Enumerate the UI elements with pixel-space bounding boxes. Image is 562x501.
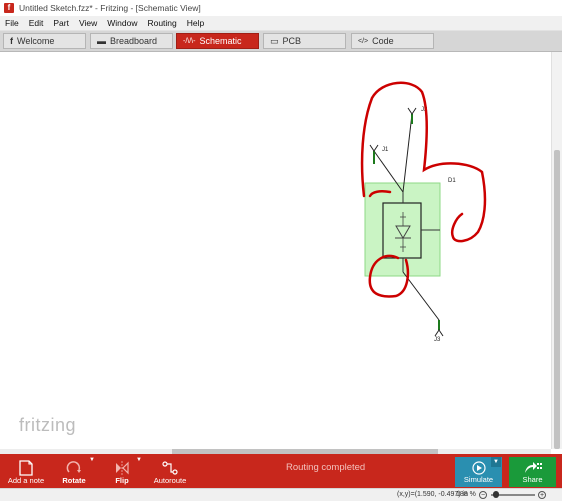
share-label: Share: [522, 474, 543, 484]
code-icon: </>: [358, 37, 369, 45]
tab-breadboard-label: Breadboard: [110, 36, 158, 46]
menu-bar: File Edit Part View Window Routing Help: [0, 16, 562, 31]
bottom-toolbar: Add a note Rotate ▼ Flip ▼ Autoroute Rou…: [0, 454, 562, 488]
rotate-label: Rotate: [62, 476, 86, 485]
breadboard-icon: ▬: [97, 36, 106, 46]
tab-schematic-label: Schematic: [199, 36, 242, 46]
view-tab-bar: f Welcome ▬ Breadboard -/\/\- Schematic …: [0, 31, 562, 52]
j2-connector-icon: [407, 107, 417, 115]
schematic-canvas[interactable]: J2 J1 J3 D1 fritzing: [0, 52, 551, 449]
flip-dropdown[interactable]: ▼: [135, 454, 143, 488]
chevron-down-icon: ▼: [136, 457, 142, 463]
tab-welcome-label: Welcome: [17, 36, 55, 46]
wire-d1-j2[interactable]: [402, 113, 413, 193]
tab-schematic[interactable]: -/\/\- Schematic: [176, 33, 259, 49]
autoroute-label: Autoroute: [153, 476, 187, 485]
share-button[interactable]: Share: [509, 457, 556, 487]
j1-connector-icon: [369, 144, 379, 152]
menu-help[interactable]: Help: [182, 18, 209, 28]
vertical-scrollbar[interactable]: [551, 52, 562, 449]
j3-label: J3: [434, 337, 441, 343]
j1-label: J1: [382, 147, 389, 153]
routing-status-text: Routing completed: [286, 462, 366, 473]
zoom-out-button[interactable]: −: [479, 491, 487, 499]
flip-label: Flip: [115, 476, 129, 485]
simulate-dropdown[interactable]: ▼: [491, 457, 501, 467]
zoom-percentage: 188 %: [456, 491, 476, 498]
rotate-icon: [66, 461, 81, 473]
autoroute-button[interactable]: Autoroute: [150, 454, 190, 488]
tab-pcb[interactable]: ▭ PCB: [263, 33, 346, 49]
fritzing-watermark: fritzing: [19, 415, 77, 435]
autoroute-icon: [162, 461, 178, 475]
flip-icon: [116, 461, 129, 475]
tab-welcome[interactable]: f Welcome: [3, 33, 86, 49]
menu-part[interactable]: Part: [48, 18, 74, 28]
share-icon: [524, 461, 542, 473]
add-note-button[interactable]: Add a note: [6, 454, 46, 488]
flip-button[interactable]: Flip: [108, 454, 136, 488]
d1-label: D1: [448, 178, 456, 184]
tab-breadboard[interactable]: ▬ Breadboard: [90, 33, 173, 49]
schematic-drawing: J2 J1 J3 D1: [360, 81, 487, 343]
zoom-in-button[interactable]: +: [538, 491, 546, 499]
add-note-label: Add a note: [7, 476, 45, 485]
menu-edit[interactable]: Edit: [24, 18, 49, 28]
note-icon: [19, 460, 33, 476]
rotate-button[interactable]: Rotate: [58, 454, 90, 488]
menu-routing[interactable]: Routing: [142, 18, 181, 28]
menu-window[interactable]: Window: [102, 18, 142, 28]
menu-view[interactable]: View: [74, 18, 102, 28]
fritzing-app-icon: f: [4, 3, 14, 13]
schematic-icon: -/\/\-: [183, 37, 196, 45]
window-title: Untitled Sketch.fzz* - Fritzing - [Schem…: [19, 3, 201, 13]
play-icon: [471, 460, 486, 475]
j3-connector-icon: [434, 329, 444, 337]
fritzing-icon: f: [10, 36, 13, 46]
zoom-slider-handle[interactable]: [492, 491, 499, 498]
tab-code[interactable]: </> Code: [351, 33, 434, 49]
vertical-scroll-thumb[interactable]: [554, 150, 560, 449]
simulate-label: Simulate: [463, 474, 494, 484]
chevron-down-icon: ▼: [89, 457, 95, 463]
menu-file[interactable]: File: [0, 18, 24, 28]
chevron-down-icon: ▼: [493, 459, 499, 465]
status-bar: (x,y)=(1.590, -0.497) in 188 % − +: [0, 488, 562, 501]
tab-code-label: Code: [372, 36, 394, 46]
pcb-icon: ▭: [270, 35, 279, 46]
tab-pcb-label: PCB: [282, 36, 302, 46]
title-bar: f Untitled Sketch.fzz* - Fritzing - [Sch…: [0, 0, 562, 16]
rotate-dropdown[interactable]: ▼: [88, 454, 96, 488]
